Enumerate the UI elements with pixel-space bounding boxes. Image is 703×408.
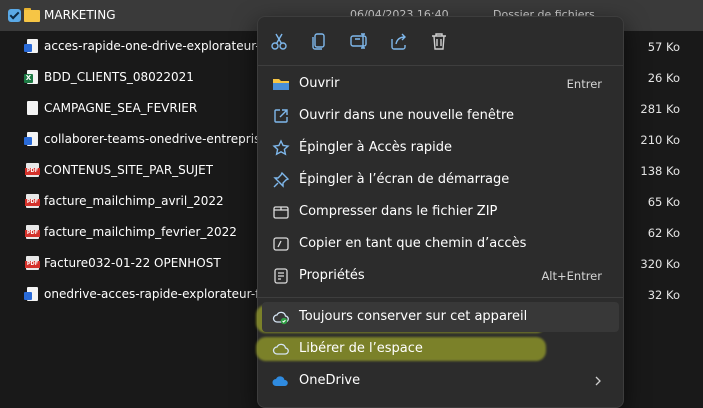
- menu-item-free-space[interactable]: Libérer de l’espace: [262, 334, 619, 364]
- separator: [258, 65, 623, 66]
- chevron-right-icon: [591, 374, 605, 388]
- menu-item-open-new-window[interactable]: Ouvrir dans une nouvelle fenêtre: [262, 101, 619, 131]
- cut-icon[interactable]: [268, 30, 290, 52]
- menu-item-label: OneDrive: [299, 373, 361, 388]
- file-size: 320 Ko: [640, 257, 680, 271]
- file-name: MARKETING: [44, 8, 116, 22]
- context-menu-toolbar: [258, 17, 623, 65]
- menu-item-onedrive[interactable]: OneDrive: [262, 366, 619, 396]
- blank-file-icon: [27, 101, 38, 115]
- menu-item-always-keep[interactable]: Toujours conserver sur cet appareil: [262, 302, 619, 332]
- properties-icon: [272, 267, 290, 285]
- menu-item-label: Épingler à l’écran de démarrage: [299, 172, 510, 187]
- menu-item-label: Épingler à Accès rapide: [299, 140, 453, 155]
- copy-icon[interactable]: [308, 30, 330, 52]
- file-name: facture_mailchimp_avril_2022: [44, 194, 224, 208]
- menu-item-shortcut: Entrer: [566, 77, 602, 91]
- file-name: CONTENUS_SITE_PAR_SUJET: [44, 163, 214, 177]
- pdf-file-icon: PDF: [25, 194, 40, 208]
- file-name: onedrive-acces-rapide-explorateur-fic...: [44, 287, 259, 301]
- file-size: 210 Ko: [640, 133, 680, 147]
- menu-item-pin-start[interactable]: Épingler à l’écran de démarrage: [262, 165, 619, 195]
- word-document-icon: [24, 39, 38, 53]
- open-new-window-icon: [272, 107, 290, 125]
- folder-open-icon: [272, 75, 290, 93]
- share-icon[interactable]: [388, 30, 410, 52]
- file-name: Facture032-01-22 OPENHOST: [44, 256, 221, 270]
- checkbox-icon[interactable]: [8, 9, 21, 22]
- word-document-icon: [24, 287, 38, 301]
- menu-item-label: Ouvrir dans une nouvelle fenêtre: [299, 108, 515, 123]
- menu-item-shortcut: Alt+Entrer: [541, 269, 602, 283]
- pin-icon: [272, 171, 290, 189]
- pdf-file-icon: PDF: [25, 225, 40, 239]
- file-name: BDD_CLIENTS_08022021: [44, 70, 194, 84]
- copy-path-icon: [272, 235, 290, 253]
- pdf-file-icon: PDF: [25, 163, 40, 177]
- file-size: 26 Ko: [647, 71, 680, 85]
- menu-item-copy-path[interactable]: Copier en tant que chemin d’accès: [262, 229, 619, 259]
- file-size: 281 Ko: [640, 102, 680, 116]
- file-size: 57 Ko: [647, 40, 680, 54]
- delete-icon[interactable]: [428, 30, 450, 52]
- menu-item-properties[interactable]: Propriétés Alt+Entrer: [262, 261, 619, 291]
- menu-item-open[interactable]: Ouvrir Entrer: [262, 69, 619, 99]
- file-name: CAMPAGNE_SEA_FEVRIER: [44, 101, 198, 115]
- file-size: 62 Ko: [647, 226, 680, 240]
- menu-item-label: Ouvrir: [299, 76, 340, 91]
- pin-star-icon: [272, 139, 290, 157]
- menu-item-label: Copier en tant que chemin d’accès: [299, 236, 527, 251]
- folder-icon: [24, 7, 40, 23]
- menu-item-label: Toujours conserver sur cet appareil: [299, 309, 528, 324]
- context-menu: Ouvrir Entrer Ouvrir dans une nouvelle f…: [256, 16, 624, 408]
- menu-item-label: Libérer de l’espace: [299, 341, 423, 356]
- onedrive-icon: [272, 372, 290, 390]
- file-name: collaborer-teams-onedrive-entreprise....: [44, 132, 259, 146]
- excel-file-icon: X: [24, 70, 38, 84]
- file-name: facture_mailchimp_fevrier_2022: [44, 225, 237, 239]
- word-document-icon: [24, 132, 38, 146]
- file-size: 138 Ko: [640, 164, 680, 178]
- cloud-icon: [272, 340, 290, 358]
- menu-item-zip[interactable]: Compresser dans le fichier ZIP: [262, 197, 619, 227]
- pdf-file-icon: PDF: [25, 256, 40, 270]
- zip-icon: [272, 203, 290, 221]
- cloud-check-icon: [272, 308, 290, 326]
- file-size: 65 Ko: [647, 195, 680, 209]
- separator: [258, 297, 623, 298]
- file-name: acces-rapide-one-drive-explorateur-fi...: [44, 39, 259, 53]
- menu-item-label: Compresser dans le fichier ZIP: [299, 204, 498, 219]
- menu-item-label: Propriétés: [299, 268, 365, 283]
- menu-item-pin-quick-access[interactable]: Épingler à Accès rapide: [262, 133, 619, 163]
- rename-icon[interactable]: [348, 30, 370, 52]
- file-size: 32 Ko: [647, 288, 680, 302]
